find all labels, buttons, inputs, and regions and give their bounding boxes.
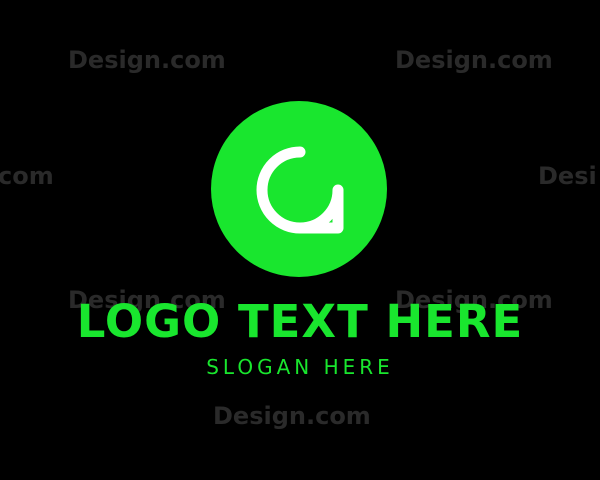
speech-bubble-letter-a-icon [256, 146, 344, 234]
watermark-text: Design.com [395, 46, 553, 74]
watermark-text-partial: com [0, 162, 54, 190]
watermark-text: Design.com [213, 402, 371, 430]
watermark-text: Design.com [68, 46, 226, 74]
watermark-text-partial: Desi [538, 162, 597, 190]
logo-canvas: Design.com Design.com com Desi Design.co… [0, 0, 600, 480]
slogan-text: SLOGAN HERE [206, 355, 394, 379]
logo-text: LOGO TEXT HERE [76, 295, 524, 348]
